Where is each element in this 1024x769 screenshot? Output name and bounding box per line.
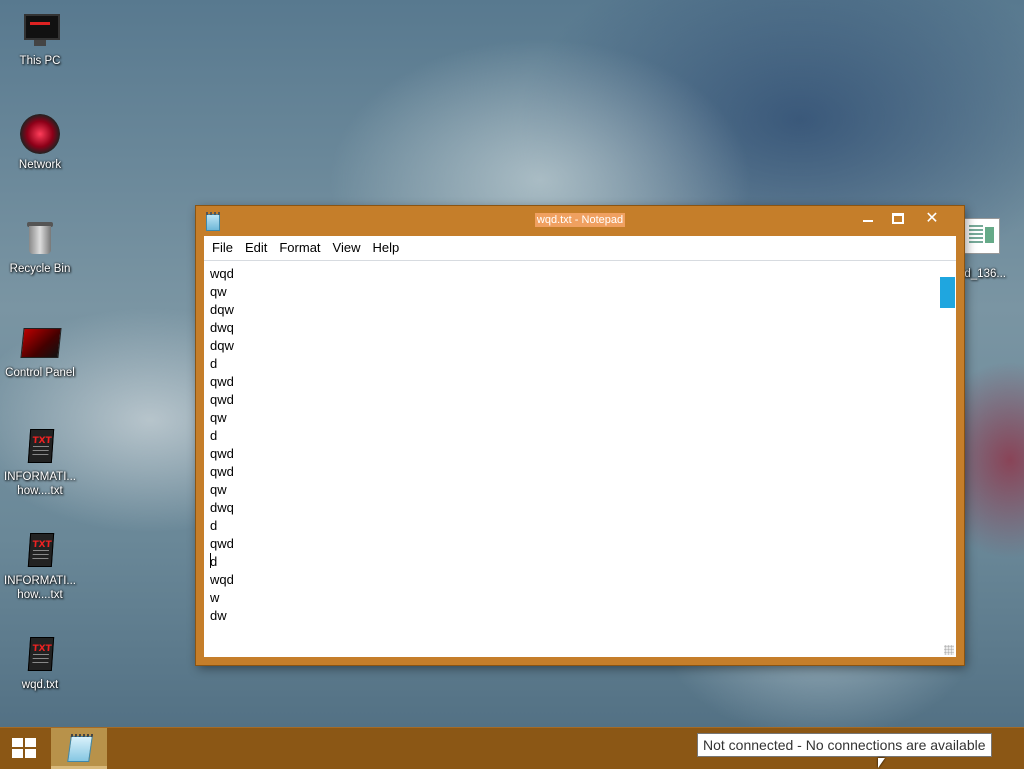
desktop-icon-informati-2[interactable]: TXT INFORMATI... how....txt	[0, 530, 80, 602]
text-line: qw	[210, 283, 939, 301]
desktop-icon-label: Recycle Bin	[9, 263, 71, 275]
title-bar[interactable]: wqd.txt - Notepad ✕	[196, 206, 964, 236]
vertical-scrollbar[interactable]	[939, 261, 956, 657]
text-line-content: dwq	[210, 500, 234, 515]
text-line: d	[210, 427, 939, 445]
text-line: d	[210, 517, 939, 535]
text-line: d	[210, 355, 939, 373]
text-line-content: qwd	[210, 464, 234, 479]
desktop-icon-control-panel[interactable]: Control Panel	[0, 322, 80, 380]
menu-help[interactable]: Help	[366, 236, 405, 260]
text-line: wqd	[210, 571, 939, 589]
desktop-icon-label: ad_136...	[958, 268, 1006, 280]
scrollbar-thumb[interactable]	[940, 277, 955, 308]
desktop-icon-label-line1: INFORMATI...	[4, 471, 76, 483]
taskbar-notepad-button[interactable]	[51, 728, 107, 769]
start-button[interactable]	[0, 728, 50, 769]
resize-grip-icon[interactable]	[944, 645, 954, 655]
notepad-icon	[67, 736, 93, 762]
text-line-content: d	[210, 356, 218, 371]
desktop-icon-informati-1[interactable]: TXT INFORMATI... how....txt	[0, 426, 80, 498]
desktop-icon-partial-right[interactable]: ad_136...	[958, 218, 1024, 280]
notepad-window[interactable]: wqd.txt - Notepad ✕ File Edit Format Vie…	[196, 206, 964, 665]
menu-view[interactable]: View	[327, 236, 367, 260]
desktop-icon-wqd-txt[interactable]: TXT wqd.txt	[0, 634, 80, 692]
network-icon	[20, 114, 60, 154]
text-line-content: wqd	[210, 572, 234, 587]
desktop-icon-network[interactable]: Network	[0, 114, 80, 172]
desktop-icon-label: This PC	[19, 55, 61, 67]
text-line: qwd	[210, 463, 939, 481]
desktop-icon-label: wqd.txt	[21, 679, 59, 691]
text-editor-area[interactable]: wqd qw dqw dwq dqw d qwd qwd qw d qwd qwd qw dwq d qwd d…	[204, 261, 939, 657]
text-line-content: qwd	[210, 374, 234, 389]
desktop-icon-this-pc[interactable]: This PC	[0, 10, 80, 68]
minimize-button[interactable]	[854, 208, 882, 228]
desktop-icon-label-line2: how....txt	[17, 485, 63, 497]
text-line: qwd	[210, 535, 939, 553]
computer-icon	[20, 10, 60, 50]
desktop-icon-recycle-bin[interactable]: Recycle Bin	[0, 218, 80, 276]
text-line-content: qw	[210, 410, 227, 425]
text-line: qwd	[210, 391, 939, 409]
text-line: dwq	[210, 499, 939, 517]
text-line-content: qw	[210, 482, 227, 497]
text-line: dqw	[210, 301, 939, 319]
text-line: qwd	[210, 445, 939, 463]
text-line-content: w	[210, 590, 220, 605]
text-line-content: qw	[210, 284, 227, 299]
windows-logo-icon	[12, 738, 38, 758]
text-line: dw	[210, 607, 939, 625]
recycle-bin-icon	[20, 218, 60, 258]
text-line-content: dw	[210, 608, 227, 623]
text-line-content: dqw	[210, 338, 234, 353]
network-status-tooltip: Not connected - No connections are avail…	[697, 733, 992, 757]
maximize-button[interactable]	[884, 208, 912, 228]
text-line-content: wqd	[210, 266, 234, 281]
text-file-icon: TXT	[20, 426, 60, 466]
menu-bar: File Edit Format View Help	[204, 236, 956, 261]
text-line-content: dwq	[210, 320, 234, 335]
document-icon	[962, 218, 1000, 254]
text-line: w	[210, 589, 939, 607]
text-line: dqw	[210, 337, 939, 355]
window-title: wqd.txt - Notepad	[534, 213, 626, 227]
mouse-pointer-icon	[878, 758, 885, 768]
notepad-client: File Edit Format View Help wqd qw dqw dwq dq…	[204, 236, 956, 657]
text-file-icon: TXT	[20, 530, 60, 570]
text-line-content: dqw	[210, 302, 234, 317]
text-line: qw	[210, 481, 939, 499]
menu-edit[interactable]: Edit	[239, 236, 273, 260]
menu-file[interactable]: File	[206, 236, 239, 260]
text-line-content: qwd	[210, 446, 234, 461]
text-line-content: d	[210, 554, 218, 569]
text-line: qwd	[210, 373, 939, 391]
text-line-content: qwd	[210, 536, 234, 551]
text-line: dwq	[210, 319, 939, 337]
text-line: d	[210, 553, 939, 571]
desktop-icon-label-line2: how....txt	[17, 589, 63, 601]
text-file-icon: TXT	[20, 634, 60, 674]
desktop-icon-label: Control Panel	[5, 367, 75, 379]
desktop-icon-label-line1: INFORMATI...	[4, 575, 76, 587]
text-line-content: d	[210, 428, 218, 443]
text-line-content: qwd	[210, 392, 234, 407]
menu-format[interactable]: Format	[273, 236, 326, 260]
close-button[interactable]: ✕	[918, 208, 946, 228]
control-panel-icon	[20, 322, 62, 362]
close-icon: ✕	[925, 208, 939, 227]
desktop-icon-label: Network	[18, 159, 62, 171]
text-line: qw	[210, 409, 939, 427]
text-line-content: d	[210, 518, 218, 533]
text-line: wqd	[210, 265, 939, 283]
